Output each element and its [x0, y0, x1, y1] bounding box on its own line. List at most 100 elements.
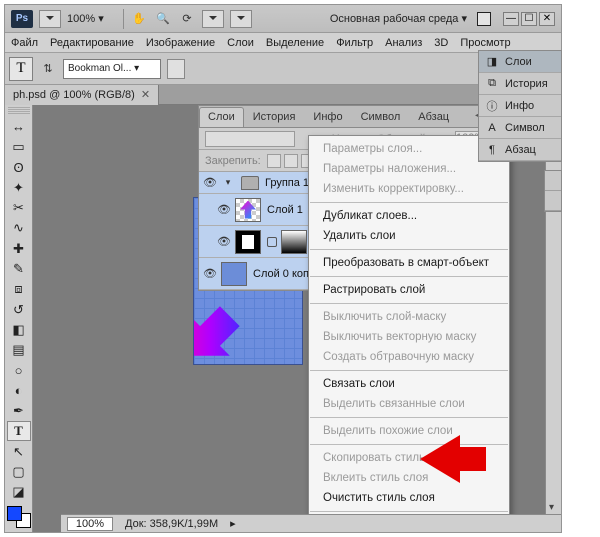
move-tool[interactable]: ↔ [7, 116, 31, 136]
folder-icon [241, 176, 259, 190]
character-icon: A [485, 121, 499, 135]
lock-pixels-icon[interactable] [284, 154, 298, 168]
color-swatches[interactable] [7, 506, 31, 528]
document-tab[interactable]: ph.psd @ 100% (RGB/8) ✕ [5, 85, 159, 105]
orientation-icon[interactable]: ⇅ [39, 60, 57, 78]
hand-icon[interactable]: ✋ [130, 10, 148, 28]
tab-character[interactable]: Символ [352, 107, 410, 127]
workspace-switcher[interactable]: Основная рабочая среда ▾ [330, 12, 467, 25]
pen-tool[interactable]: ✒ [7, 400, 31, 420]
status-arrow-icon[interactable]: ▸ [230, 517, 236, 530]
shape-tool[interactable]: ▢ [7, 461, 31, 481]
minimize-button[interactable]: ― [503, 12, 519, 26]
bridge-drop[interactable] [39, 10, 61, 28]
history-brush-tool[interactable]: ↺ [7, 299, 31, 319]
visibility-icon[interactable]: 👁 [199, 176, 221, 189]
marquee-tool[interactable]: ▭ [7, 137, 31, 157]
mask-thumb[interactable] [281, 230, 307, 254]
layer-name[interactable]: Слой 1 [267, 204, 303, 216]
eraser-tool[interactable]: ◧ [7, 319, 31, 339]
layer-thumb[interactable] [235, 198, 261, 222]
mi-disable-vmask: Выключить векторную маску [309, 327, 509, 347]
toolbox-grip[interactable] [8, 107, 30, 114]
paragraph-icon: ¶ [485, 143, 499, 157]
mini-dock[interactable] [544, 170, 562, 212]
layer-thumb[interactable] [235, 230, 261, 254]
visibility-icon[interactable]: 👁 [213, 203, 235, 216]
close-icon[interactable]: ✕ [141, 88, 150, 101]
type-tool[interactable]: T [7, 421, 31, 441]
menu-view[interactable]: Просмотр [460, 37, 510, 49]
mi-rasterize[interactable]: Растрировать слой [309, 280, 509, 300]
blur-tool[interactable]: ○ [7, 360, 31, 380]
dock-layers[interactable]: ◨Слои [479, 51, 561, 73]
link-icon[interactable] [267, 237, 277, 247]
mi-select-linked: Выделить связанные слои [309, 394, 509, 414]
dock-label: Инфо [505, 100, 534, 112]
dock-label: Символ [505, 122, 545, 134]
mi-blend-options: Параметры наложения... [309, 159, 509, 179]
annotation-arrow [420, 435, 486, 483]
tab-paragraph[interactable]: Абзац [409, 107, 458, 127]
menu-edit[interactable]: Редактирование [50, 37, 134, 49]
app-zoom[interactable]: 100% ▾ [67, 12, 117, 25]
menu-image[interactable]: Изображение [146, 37, 215, 49]
wand-tool[interactable]: ✦ [7, 177, 31, 197]
info-icon: ⓘ [485, 99, 499, 113]
visibility-icon[interactable]: 👁 [213, 235, 235, 248]
tab-history[interactable]: История [244, 107, 305, 127]
3d-tool[interactable]: ◪ [7, 482, 31, 502]
mi-clipping-mask: Создать обтравочную маску [309, 347, 509, 367]
tab-layers[interactable]: Слои [199, 107, 244, 127]
layer-name[interactable]: Группа 1 [265, 177, 309, 189]
dock-paragraph[interactable]: ¶Абзац [479, 139, 561, 161]
blend-mode-combo[interactable] [205, 131, 295, 147]
layer-thumb[interactable] [221, 262, 247, 286]
dock-history[interactable]: ⧉ История [479, 73, 561, 95]
menu-3d[interactable]: 3D [434, 37, 448, 49]
gradient-tool[interactable]: ▤ [7, 340, 31, 360]
panel-tabs: Слои История Инфо Символ Абзац ◂▸ [199, 106, 503, 128]
font-style-combo[interactable] [167, 59, 185, 79]
dock-character[interactable]: A Символ [479, 117, 561, 139]
tab-info[interactable]: Инфо [304, 107, 351, 127]
visibility-icon[interactable]: 👁 [199, 267, 221, 280]
mi-link[interactable]: Связать слои [309, 374, 509, 394]
mi-delete[interactable]: Удалить слои [309, 226, 509, 246]
arrange-drop[interactable] [202, 10, 224, 28]
history-icon: ⧉ [485, 77, 499, 91]
menu-file[interactable]: Файл [11, 37, 38, 49]
lock-transparent-icon[interactable] [267, 154, 281, 168]
vertical-scrollbar[interactable] [545, 105, 561, 514]
dock-label: История [505, 78, 548, 90]
twirl-icon[interactable]: ▾ [221, 177, 235, 188]
font-family-combo[interactable]: Bookman Ol... ▾ [63, 59, 161, 79]
screen-drop[interactable] [230, 10, 252, 28]
status-zoom[interactable]: 100% [67, 517, 113, 531]
eyedropper-tool[interactable]: ∿ [7, 218, 31, 238]
mi-smart-object[interactable]: Преобразовать в смарт-объект [309, 253, 509, 273]
stamp-tool[interactable]: ⧈ [7, 279, 31, 299]
heal-tool[interactable]: ✚ [7, 238, 31, 258]
dock-info[interactable]: ⓘ Инфо [479, 95, 561, 117]
maximize-button[interactable]: ☐ [521, 12, 537, 26]
zoom-icon[interactable]: 🔍 [154, 10, 172, 28]
mi-clear-style[interactable]: Очистить стиль слоя [309, 488, 509, 508]
menu-analysis[interactable]: Анализ [385, 37, 422, 49]
dodge-tool[interactable]: ◐ [7, 380, 31, 400]
lasso-tool[interactable]: ʘ [7, 157, 31, 177]
menu-layers[interactable]: Слои [227, 37, 254, 49]
crop-tool[interactable]: ✂ [7, 198, 31, 218]
path-select-tool[interactable]: ↖ [7, 441, 31, 461]
brush-tool[interactable]: ✎ [7, 258, 31, 278]
ps-logo: Ps [11, 10, 33, 28]
workspace-button[interactable] [477, 12, 491, 26]
fg-swatch[interactable] [7, 506, 22, 521]
tool-preset-icon[interactable]: T [9, 57, 33, 81]
menu-filter[interactable]: Фильтр [336, 37, 373, 49]
menu-select[interactable]: Выделение [266, 37, 324, 49]
close-button[interactable]: ✕ [539, 12, 555, 26]
separator [123, 9, 124, 29]
mi-duplicate[interactable]: Дубликат слоев... [309, 206, 509, 226]
rotate-icon[interactable]: ⟳ [178, 10, 196, 28]
